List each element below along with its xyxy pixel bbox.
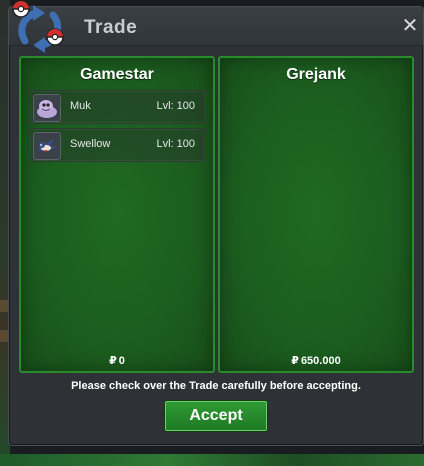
trade-panel-right: Grejank ₽650.000 (218, 56, 414, 373)
money-offer: ₽0 (21, 354, 213, 367)
close-icon[interactable]: ✕ (401, 16, 419, 36)
money-offer: ₽650.000 (220, 354, 412, 367)
trade-window: Trade ✕ Gamestar Muk Lvl: 100 Swellow Lv… (8, 1, 424, 446)
trade-item-slot[interactable]: Muk Lvl: 100 (29, 90, 206, 124)
background-tile (0, 300, 8, 312)
money-amount: 0 (118, 355, 125, 367)
currency-symbol: ₽ (291, 355, 299, 367)
trader-name: Grejank (286, 66, 346, 83)
trade-titlebar[interactable]: Trade ✕ (9, 1, 423, 53)
pokemon-name: Swellow (70, 138, 111, 150)
trade-panel-left: Gamestar Muk Lvl: 100 Swellow Lvl: 100 ₽… (19, 56, 215, 373)
muk-icon (33, 94, 61, 122)
pokemon-name: Muk (70, 100, 91, 112)
accept-button[interactable]: Accept (165, 401, 267, 431)
trade-warning-text: Please check over the Trade carefully be… (71, 380, 361, 392)
pokemon-level: Lvl: 100 (156, 100, 195, 112)
background-tile (0, 330, 8, 342)
currency-symbol: ₽ (109, 355, 117, 367)
swellow-icon (33, 132, 61, 160)
trade-item-slot[interactable]: Swellow Lvl: 100 (29, 128, 206, 162)
trade-arrows-icon (12, 1, 64, 53)
window-title: Trade (84, 17, 138, 38)
game-world-ground (0, 454, 424, 466)
trader-name: Gamestar (80, 66, 154, 83)
money-amount: 650.000 (300, 355, 341, 367)
pokemon-level: Lvl: 100 (156, 138, 195, 150)
